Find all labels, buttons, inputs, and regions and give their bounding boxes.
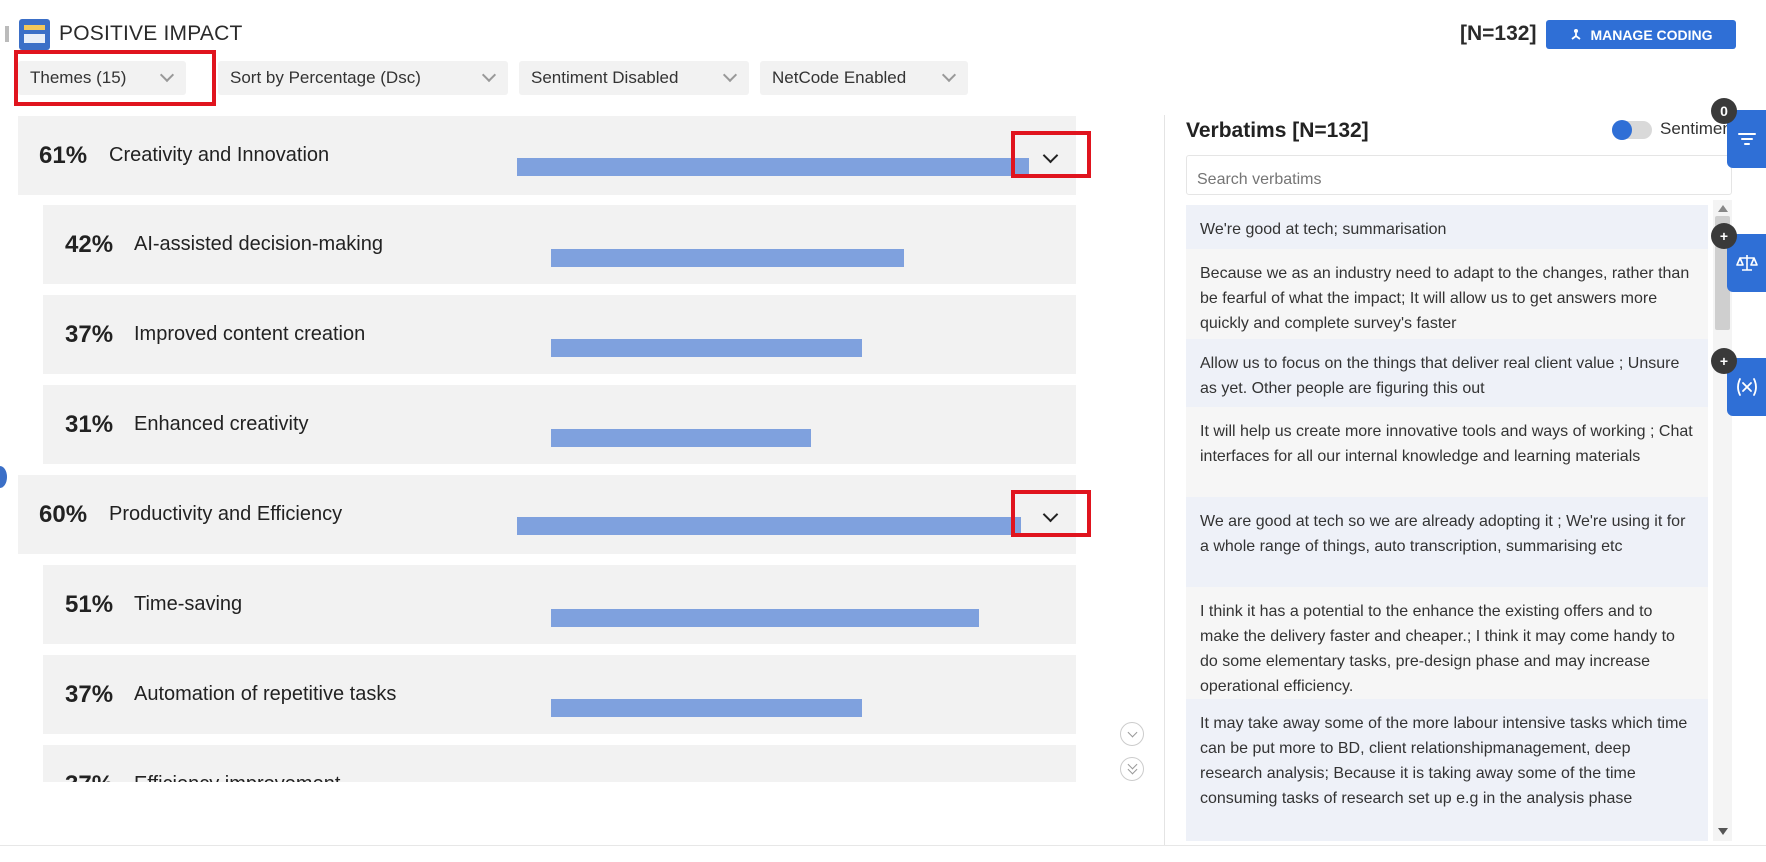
verbatim-item[interactable]: We're good at tech; summarisation <box>1186 205 1708 249</box>
verbatim-item[interactable]: Because we as an industry need to adapt … <box>1186 249 1708 339</box>
theme-percentage: 37% <box>65 321 114 348</box>
theme-bar <box>551 699 862 717</box>
theme-name: AI-assisted decision-making <box>134 233 383 255</box>
theme-bar <box>551 609 979 627</box>
scroll-down-button[interactable] <box>1120 722 1144 746</box>
theme-row[interactable]: 31% Enhanced creativity <box>43 385 1076 464</box>
highlight-box <box>1011 131 1091 178</box>
add-icon[interactable]: + <box>1711 223 1737 249</box>
filter-icon <box>1737 133 1756 145</box>
verbatims-title: Verbatims [N=132] <box>1186 119 1369 142</box>
netcode-dropdown-label: NetCode Enabled <box>772 68 907 87</box>
verbatim-item[interactable]: Allow us to focus on the things that del… <box>1186 339 1708 407</box>
verbatim-item[interactable]: I think it has a potential to the enhanc… <box>1186 587 1708 699</box>
verbatim-item[interactable]: It will help us create more innovative t… <box>1186 407 1708 497</box>
theme-name: Automation of repetitive tasks <box>134 683 397 705</box>
scroll-to-bottom-button[interactable] <box>1120 757 1144 781</box>
theme-row[interactable]: 42% AI-assisted decision-making <box>43 205 1076 284</box>
theme-bar <box>551 429 811 447</box>
chevron-down-icon <box>1127 727 1138 738</box>
theme-name: Productivity and Efficiency <box>109 503 343 525</box>
verbatim-item[interactable]: We are good at tech so we are already ad… <box>1186 497 1708 587</box>
sort-dropdown-label: Sort by Percentage (Dsc) <box>230 68 421 87</box>
theme-name: Improved content creation <box>134 323 366 345</box>
verbatim-scrollbar[interactable] <box>1713 200 1732 841</box>
theme-bar <box>551 339 862 357</box>
theme-percentage: 42% <box>65 231 114 258</box>
chevron-down-icon <box>941 67 957 83</box>
highlight-box <box>14 50 216 106</box>
theme-row[interactable]: 51% Time-saving <box>43 565 1076 644</box>
drag-handle[interactable] <box>5 26 9 42</box>
variable-x-icon <box>1736 378 1757 396</box>
theme-percentage: 61% <box>39 142 88 169</box>
theme-percentage: 37% <box>65 771 113 782</box>
theme-percentage: 31% <box>65 411 114 438</box>
theme-name: Enhanced creativity <box>134 413 309 435</box>
theme-bar <box>551 249 904 267</box>
manage-coding-button[interactable]: MANAGE CODING <box>1546 20 1736 49</box>
scroll-up-arrow-icon[interactable] <box>1718 205 1728 212</box>
sentiment-dropdown-label: Sentiment Disabled <box>531 68 679 87</box>
verbatim-list: We're good at tech; summarisation Becaus… <box>1186 205 1708 841</box>
manage-coding-label: MANAGE CODING <box>1590 26 1713 43</box>
netcode-dropdown[interactable]: NetCode Enabled <box>760 61 968 95</box>
bottom-divider <box>0 845 1766 846</box>
theme-name: Efficiency improvement <box>134 773 340 782</box>
theme-bar <box>517 517 1021 535</box>
hierarchy-icon <box>1571 28 1581 40</box>
theme-percentage: 51% <box>65 591 114 618</box>
theme-name: Time-saving <box>134 593 243 615</box>
theme-row[interactable]: 37% Efficiency improvement <box>43 745 1076 782</box>
sentiment-dropdown[interactable]: Sentiment Disabled <box>519 61 749 95</box>
page-title: POSITIVE IMPACT <box>59 22 243 45</box>
theme-row[interactable]: 37% Automation of repetitive tasks <box>43 655 1076 734</box>
chevron-down-icon <box>1127 764 1138 775</box>
chevron-down-icon <box>481 67 497 83</box>
highlight-box <box>1011 490 1091 537</box>
theme-percentage: 60% <box>39 501 88 528</box>
sort-dropdown[interactable]: Sort by Percentage (Dsc) <box>218 61 508 95</box>
verbatim-item[interactable]: It may take away some of the more labour… <box>1186 699 1708 841</box>
chevron-down-icon <box>722 67 738 83</box>
sentiment-toggle[interactable] <box>1612 120 1652 140</box>
widget-logo-icon <box>19 19 50 50</box>
theme-bar <box>517 158 1029 176</box>
theme-row[interactable]: 60% Productivity and Efficiency <box>18 475 1076 554</box>
search-verbatims-input[interactable] <box>1186 155 1732 195</box>
respondent-count: [N=132] <box>1460 22 1537 45</box>
panel-divider <box>1164 115 1165 845</box>
theme-row[interactable]: 61% Creativity and Innovation <box>18 116 1076 195</box>
scroll-down-arrow-icon[interactable] <box>1718 828 1728 835</box>
theme-name: Creativity and Innovation <box>109 144 330 166</box>
theme-list: 61% Creativity and Innovation 42% AI-ass… <box>0 115 1080 782</box>
scale-icon <box>1735 255 1758 271</box>
theme-percentage: 37% <box>65 681 114 708</box>
theme-row[interactable]: 37% Improved content creation <box>43 295 1076 374</box>
add-icon[interactable]: + <box>1711 348 1737 374</box>
filter-count-badge: 0 <box>1711 98 1737 124</box>
